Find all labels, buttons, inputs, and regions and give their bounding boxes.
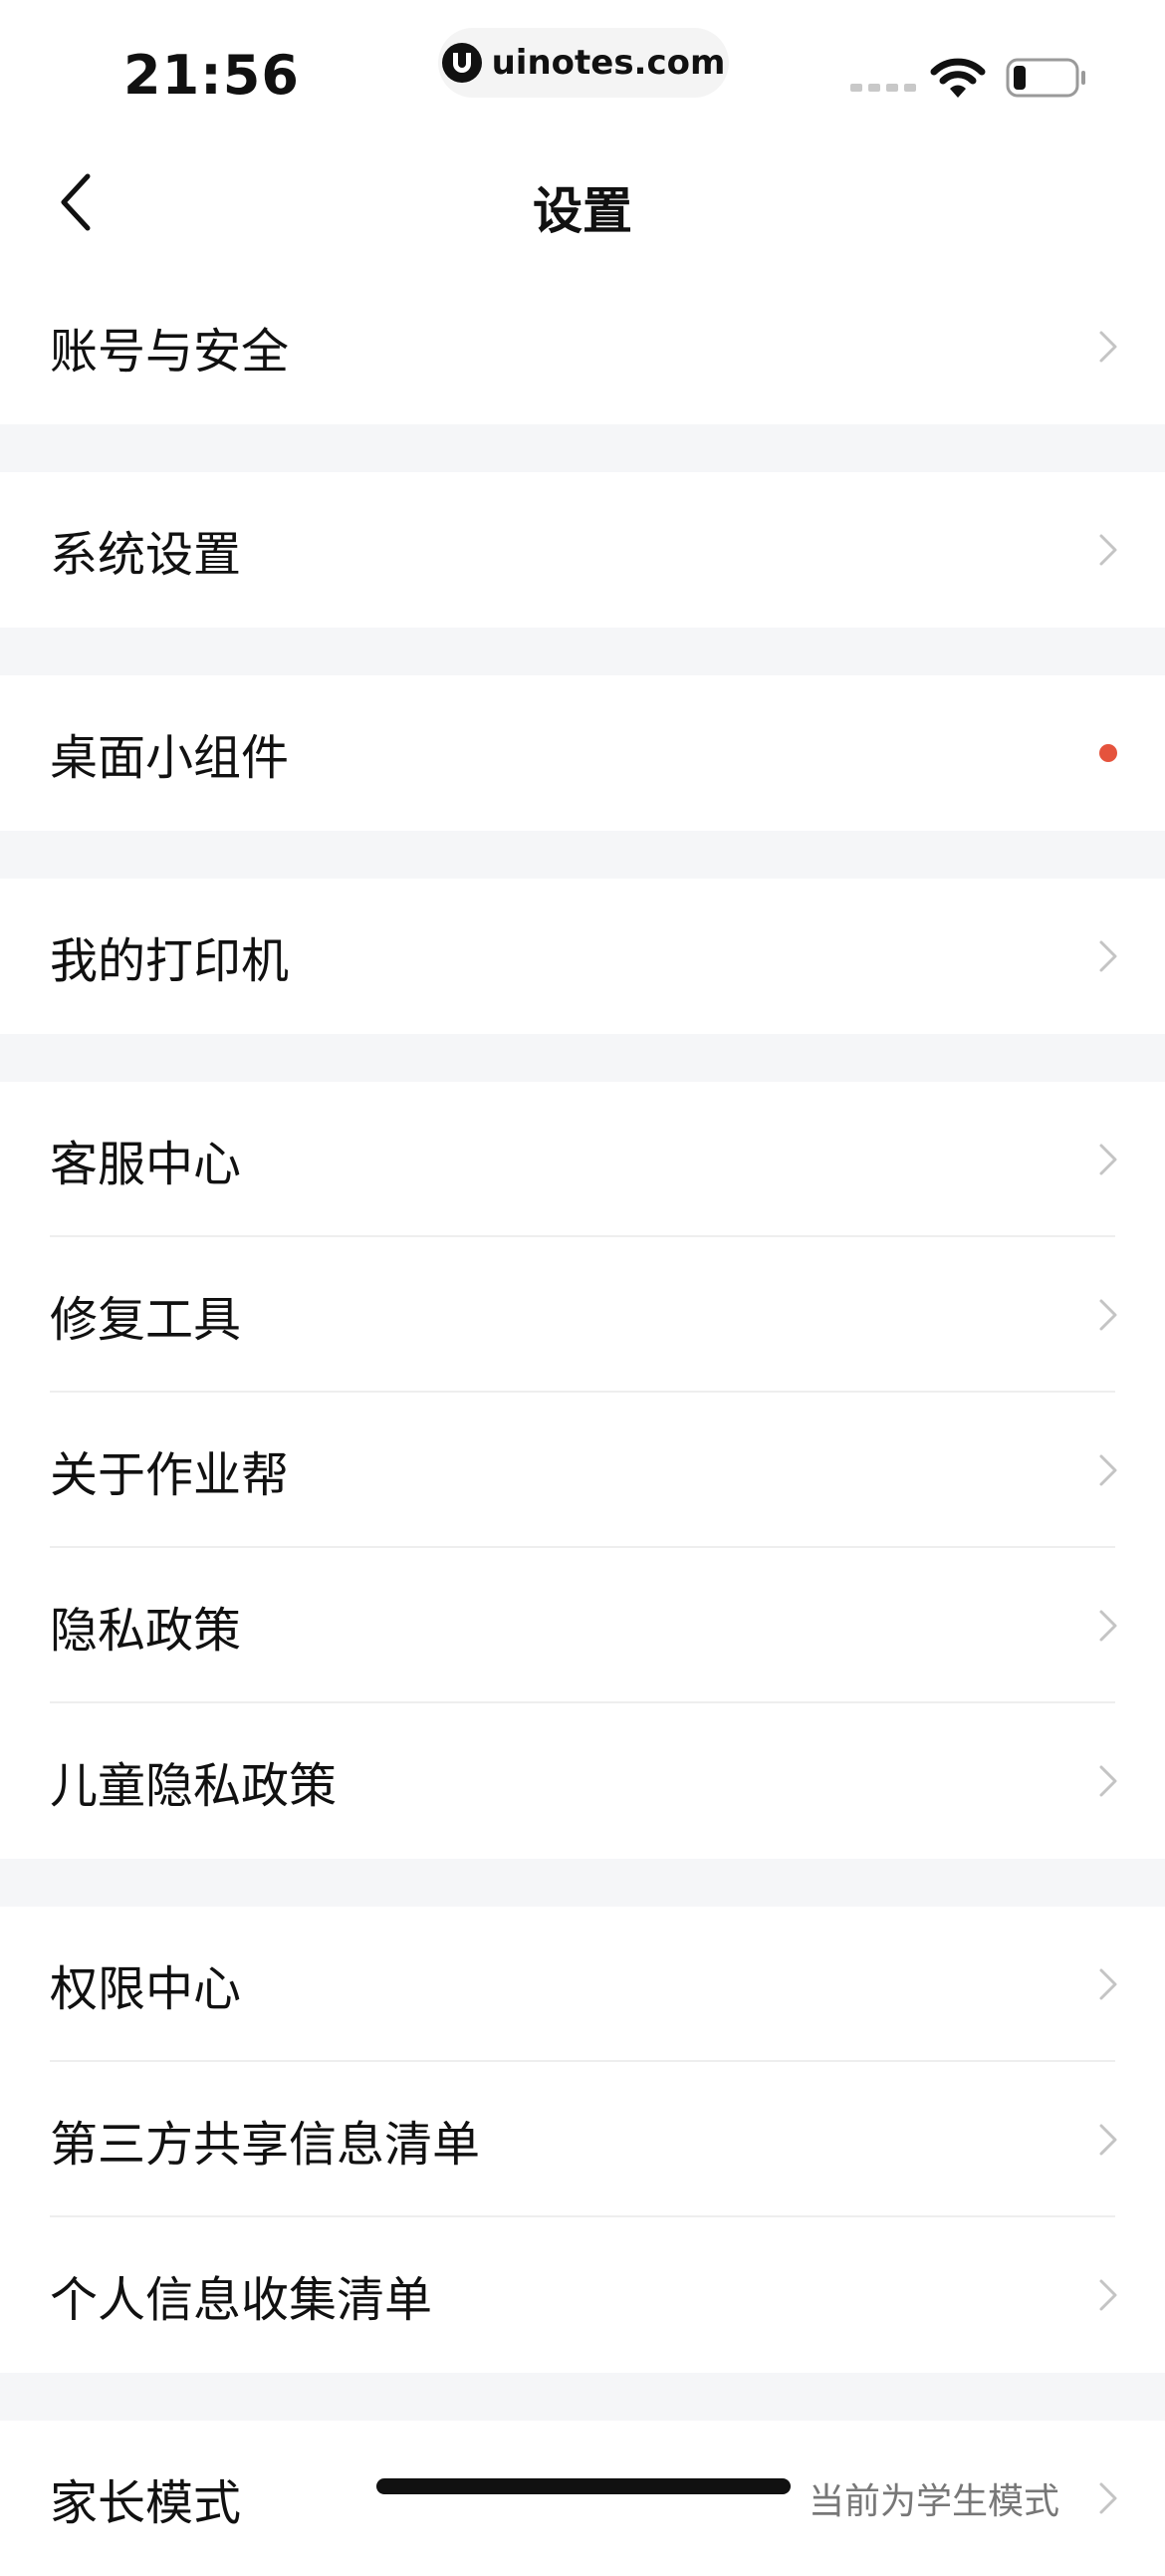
home-indicator [376,2478,791,2494]
setting-item-desktop-widget[interactable]: 桌面小组件 [0,675,1165,831]
url-text: uinotes.com [491,43,726,83]
setting-item-label: 儿童隐私政策 [50,1758,338,1814]
chevron-right-icon [1099,1765,1117,1797]
page-title: 设置 [533,182,632,240]
url-pill[interactable]: uinotes.com [438,28,729,98]
group-divider [0,628,1165,675]
status-time: 21:56 [123,44,300,107]
setting-item-account-security[interactable]: 账号与安全 [0,269,1165,424]
chevron-right-icon [1099,2279,1117,2311]
signal-dots-icon [850,84,916,92]
group-divider [0,424,1165,472]
chevron-right-icon [1099,1968,1117,2000]
setting-item-label: 个人信息收集清单 [50,2272,433,2328]
setting-item-label: 隐私政策 [50,1603,242,1659]
setting-item-parent-mode[interactable]: 家长模式 当前为学生模式 [0,2421,1165,2576]
chevron-right-icon [1099,1454,1117,1486]
notification-dot-icon [1099,744,1117,762]
setting-item-label: 修复工具 [50,1292,242,1348]
setting-item-my-printer[interactable]: 我的打印机 [0,879,1165,1034]
chevron-right-icon [1099,940,1117,972]
group-divider [0,831,1165,879]
setting-item-label: 系统设置 [50,527,242,583]
group-divider [0,1859,1165,1907]
setting-item-system-settings[interactable]: 系统设置 [0,472,1165,628]
setting-item-label: 客服中心 [50,1137,242,1192]
chevron-right-icon [1099,331,1117,363]
setting-item-label: 第三方共享信息清单 [50,2117,481,2173]
setting-item-customer-service[interactable]: 客服中心 [0,1082,1165,1237]
setting-item-third-party-sharing[interactable]: 第三方共享信息清单 [0,2062,1165,2217]
setting-item-child-privacy-policy[interactable]: 儿童隐私政策 [0,1703,1165,1859]
battery-icon [1006,58,1085,98]
setting-item-repair-tool[interactable]: 修复工具 [0,1237,1165,1393]
setting-item-privacy-policy[interactable]: 隐私政策 [0,1548,1165,1703]
setting-item-label: 账号与安全 [50,324,290,380]
setting-item-personal-info-collection[interactable]: 个人信息收集清单 [0,2217,1165,2373]
settings-list: 账号与安全 系统设置 桌面小组件 我的打印机 客服中心 修复工具 关于作业帮 隐… [0,269,1165,2576]
nav-bar: 设置 [0,139,1165,269]
chevron-right-icon [1099,1299,1117,1331]
setting-item-label: 权限中心 [50,1961,242,2017]
setting-item-about[interactable]: 关于作业帮 [0,1393,1165,1548]
setting-item-permission-center[interactable]: 权限中心 [0,1907,1165,2062]
chevron-right-icon [1099,1610,1117,1642]
chevron-right-icon [1099,1144,1117,1175]
parent-mode-status: 当前为学生模式 [808,2481,1059,2522]
status-bar: 21:56 uinotes.com [0,0,1165,139]
chevron-right-icon [1099,2482,1117,2514]
setting-item-label: 家长模式 [50,2475,242,2531]
setting-item-label: 桌面小组件 [50,730,290,786]
group-divider [0,1034,1165,1082]
setting-item-label: 我的打印机 [50,933,290,989]
group-divider [0,2373,1165,2421]
chevron-right-icon [1099,2124,1117,2156]
chevron-right-icon [1099,534,1117,566]
site-logo-icon [441,43,482,83]
wifi-icon [930,58,986,98]
setting-item-label: 关于作业帮 [50,1447,290,1503]
